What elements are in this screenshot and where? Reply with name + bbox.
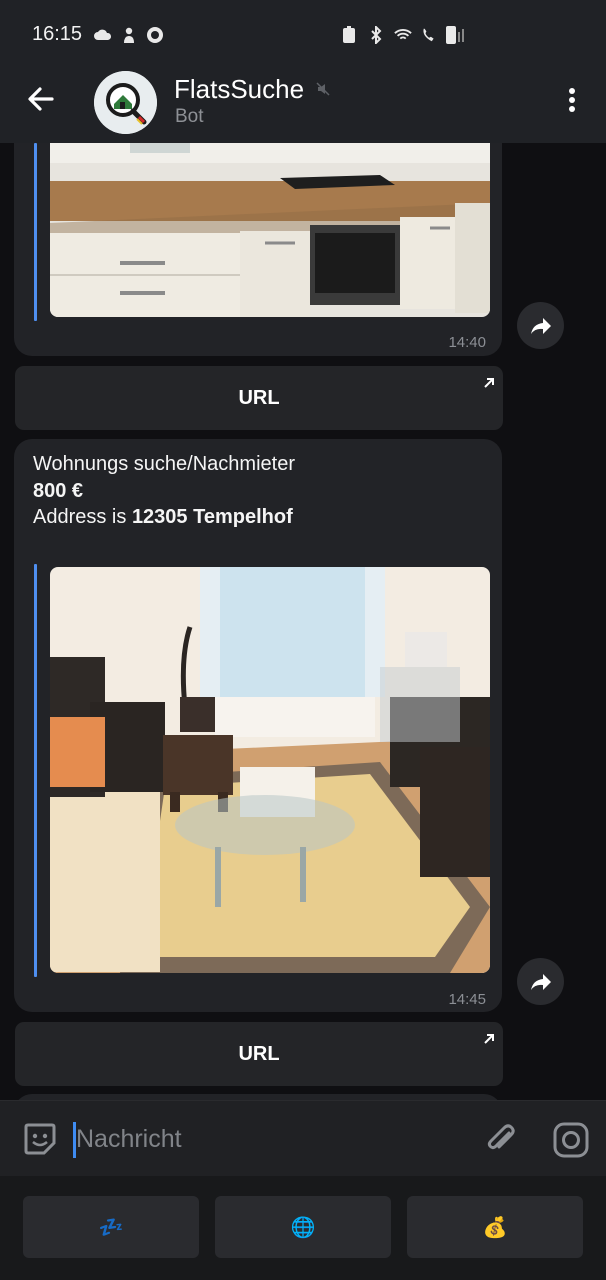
message-list[interactable]: 14:40 URL Wohnungs suche/Nachmieter 800 … bbox=[0, 143, 606, 1100]
keyboard-button-money[interactable]: 💰 bbox=[407, 1196, 583, 1258]
listing-price: 800 € bbox=[33, 479, 84, 502]
wifi-call-icon bbox=[421, 26, 439, 44]
address-prefix: Address is bbox=[33, 506, 132, 528]
status-time: 16:15 bbox=[32, 23, 83, 45]
battery-icon bbox=[446, 26, 456, 44]
sleep-icon: 💤 bbox=[98, 1216, 124, 1239]
attachment-icon[interactable] bbox=[483, 1121, 519, 1157]
message-bubble[interactable]: 14:40 bbox=[14, 143, 502, 356]
top-bar: 16:15 FlatsSuche Bot bbox=[0, 0, 606, 143]
sticker-icon[interactable] bbox=[22, 1121, 58, 1157]
keyboard-button-sleep[interactable]: 💤 bbox=[23, 1196, 199, 1258]
forward-button[interactable] bbox=[517, 302, 564, 349]
message-time: 14:40 bbox=[448, 334, 486, 351]
bot-avatar[interactable] bbox=[94, 71, 157, 134]
living-room-photo[interactable] bbox=[50, 567, 490, 973]
url-button[interactable]: URL bbox=[15, 1022, 503, 1086]
back-arrow-icon[interactable] bbox=[24, 82, 58, 116]
share-arrow-icon bbox=[530, 973, 551, 990]
muted-icon bbox=[316, 82, 330, 96]
message-input[interactable]: Nachricht bbox=[76, 1125, 182, 1154]
money-bag-icon: 💰 bbox=[482, 1216, 508, 1239]
battery-saver-icon bbox=[340, 26, 358, 44]
notification-icons bbox=[94, 26, 164, 44]
link-preview-bar bbox=[34, 143, 37, 321]
more-options-icon[interactable] bbox=[568, 88, 576, 114]
listing-title: Wohnungs suche/Nachmieter bbox=[33, 453, 295, 475]
share-arrow-icon bbox=[530, 317, 551, 334]
url-button-label: URL bbox=[238, 386, 280, 409]
message-time: 14:45 bbox=[448, 991, 486, 1008]
listing-address: 12305 Tempelhof bbox=[131, 506, 293, 528]
bluetooth-icon bbox=[367, 26, 385, 44]
chat-screen: 16:15 FlatsSuche Bot 14:40 URL Wohnungs … bbox=[0, 0, 606, 1280]
hand-icon bbox=[120, 26, 138, 44]
link-preview-bar bbox=[34, 564, 37, 977]
keyboard-button-globe[interactable]: 🌐 bbox=[215, 1196, 391, 1258]
globe-icon: 🌐 bbox=[290, 1216, 316, 1239]
message-input-bar: Nachricht bbox=[0, 1100, 606, 1176]
camera-icon[interactable] bbox=[552, 1121, 590, 1159]
kitchen-photo[interactable] bbox=[50, 143, 490, 317]
bot-keyboard: 💤 🌐 💰 bbox=[0, 1176, 606, 1280]
message-text[interactable]: Wohnungs suche/Nachmieter 800 € Address … bbox=[33, 451, 295, 531]
wifi-icon bbox=[394, 26, 412, 44]
url-button[interactable]: URL bbox=[15, 366, 503, 430]
external-link-icon bbox=[483, 372, 495, 388]
cloud-icon bbox=[94, 26, 112, 44]
chat-title[interactable]: FlatsSuche bbox=[174, 74, 304, 105]
url-button-label: URL bbox=[238, 1042, 280, 1065]
forward-button[interactable] bbox=[517, 958, 564, 1005]
chat-subtitle: Bot bbox=[175, 106, 204, 127]
external-link-icon bbox=[483, 1028, 495, 1044]
headset-icon bbox=[146, 26, 164, 44]
chat-header: FlatsSuche Bot bbox=[0, 62, 606, 142]
message-bubble[interactable]: Wohnungs suche/Nachmieter 800 € Address … bbox=[14, 439, 502, 1012]
